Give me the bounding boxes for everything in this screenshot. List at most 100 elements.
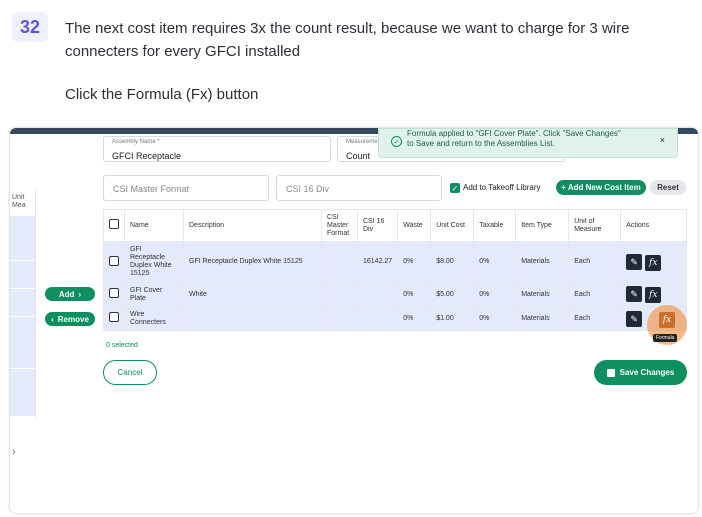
col-waste: Waste <box>397 209 432 242</box>
row-unit-cost: $8.00 <box>430 241 475 283</box>
left-panel: Unit Mea <box>10 188 36 418</box>
row-waste: 0% <box>397 241 432 283</box>
left-column-cells <box>10 216 35 416</box>
col-csi-master: CSI Master Format <box>321 209 358 242</box>
left-divider <box>10 260 35 261</box>
remove-label: Remove <box>57 314 89 324</box>
csi-16-placeholder: CSI 16 Div <box>286 184 330 194</box>
left-divider <box>10 316 35 317</box>
table-row: GFI Receptacle Duplex White 15125 GFI Re… <box>103 241 687 283</box>
row-item-type: Materials <box>515 282 570 307</box>
row-waste: 0% <box>397 306 432 331</box>
step-action: Click the Formula (Fx) button <box>65 86 259 103</box>
row-item-type: Materials <box>515 306 570 331</box>
row-waste: 0% <box>397 282 432 307</box>
chevron-right-icon[interactable]: › <box>12 446 16 458</box>
selected-count: 0 selected <box>106 342 138 349</box>
row-description: GFI Receptacle Duplex White 15125 <box>183 241 322 283</box>
select-all-checkbox[interactable] <box>109 219 119 229</box>
csi-master-format-input[interactable]: CSI Master Format <box>103 175 269 201</box>
app-screenshot-frame: Unit Mea › Add › ‹ Remove Assembly Name * … <box>10 128 698 513</box>
csi-master-placeholder: CSI Master Format <box>113 184 190 194</box>
select-all-cell <box>103 209 125 242</box>
formula-tooltip: Formula <box>653 334 678 342</box>
assembly-name-value: GFCI Receptacle <box>112 151 182 161</box>
row-csi16: 16142.27 <box>356 241 399 283</box>
pencil-icon[interactable]: ✎ <box>626 253 643 270</box>
row-description <box>183 306 322 331</box>
floppy-icon <box>606 368 615 377</box>
left-divider <box>10 288 35 289</box>
add-button[interactable]: Add › <box>45 287 95 301</box>
step-instruction: The next cost item requires 3x the count… <box>65 20 630 60</box>
cost-items-table: Name Description CSI Master Format CSI 1… <box>103 209 687 331</box>
col-item-type: Item Type <box>515 209 570 242</box>
pencil-icon[interactable]: ✎ <box>626 310 643 327</box>
chevron-right-icon: › <box>78 289 82 299</box>
table-row: Wire Connecters 0% $1.00 0% Materials Ea… <box>103 306 687 331</box>
fx-icon[interactable]: fx <box>659 312 675 328</box>
col-csi-16: CSI 16 Div <box>356 209 399 242</box>
row-select-cell <box>103 241 125 283</box>
assembly-name-field[interactable]: Assembly Name * GFCI Receptacle <box>103 136 331 162</box>
row-checkbox[interactable] <box>109 312 119 322</box>
col-unit-cost: Unit Cost <box>430 209 475 242</box>
row-taxable: 0% <box>473 282 517 307</box>
row-unit-cost: $1.00 <box>430 306 475 331</box>
assembly-name-label: Assembly Name * <box>112 139 160 145</box>
cancel-button[interactable]: Cancel <box>103 360 157 385</box>
toast-line-2: to Save and return to the Assemblies Lis… <box>407 139 555 148</box>
fx-icon[interactable]: fx <box>645 287 662 303</box>
row-uom: Each <box>568 241 622 283</box>
col-description: Description <box>183 209 322 242</box>
row-uom: Each <box>568 282 622 307</box>
row-csi-master <box>321 282 358 307</box>
reset-button[interactable]: Reset <box>650 180 686 195</box>
add-to-takeoff-label: Add to Takeoff Library <box>463 183 541 192</box>
row-csi16 <box>356 306 399 331</box>
row-checkbox[interactable] <box>109 288 119 298</box>
table-header-row: Name Description CSI Master Format CSI 1… <box>103 209 687 242</box>
col-unit-of-measure: Unit of Measure <box>568 209 622 242</box>
row-name: GFI Cover Plate <box>124 282 184 307</box>
add-label: Add <box>58 289 75 299</box>
col-taxable: Taxable <box>473 209 517 242</box>
left-column-header: Unit Mea <box>12 194 26 209</box>
row-checkbox[interactable] <box>109 255 119 266</box>
save-changes-button[interactable]: Save Changes <box>594 360 687 385</box>
row-description: White <box>183 282 322 307</box>
row-unit-cost: $5.00 <box>430 282 475 307</box>
close-icon[interactable]: × <box>660 135 665 145</box>
fx-icon[interactable]: fx <box>645 254 662 271</box>
row-name: GFI Receptacle Duplex White 15125 <box>124 241 184 283</box>
check-circle-icon: ✓ <box>391 136 402 147</box>
row-name: Wire Connecters <box>124 306 184 331</box>
success-toast: ✓ Formula applied to "GFI Cover Plate". … <box>378 128 678 158</box>
toast-line-1: Formula applied to "GFI Cover Plate". Cl… <box>407 129 621 138</box>
remove-button[interactable]: ‹ Remove <box>45 312 95 326</box>
add-to-takeoff-checkbox[interactable]: ✓ <box>450 183 460 193</box>
row-actions: ✎ fx <box>620 241 687 283</box>
chevron-left-icon: ‹ <box>51 314 54 324</box>
row-select-cell <box>103 306 125 331</box>
row-select-cell <box>103 282 125 307</box>
row-uom: Each <box>568 306 622 331</box>
row-csi-master <box>321 306 358 331</box>
toast-message: Formula applied to "GFI Cover Plate". Cl… <box>407 129 621 149</box>
row-taxable: 0% <box>473 306 517 331</box>
col-name: Name <box>124 209 184 242</box>
pencil-icon[interactable]: ✎ <box>626 286 643 302</box>
left-divider <box>10 368 35 369</box>
row-item-type: Materials <box>515 241 570 283</box>
table-row: GFI Cover Plate White 0% $5.00 0% Materi… <box>103 282 687 307</box>
row-csi16 <box>356 282 399 307</box>
measurement-value: Count <box>346 151 371 161</box>
add-new-cost-item-button[interactable]: + Add New Cost Item <box>556 180 646 195</box>
row-csi-master <box>321 241 358 283</box>
row-taxable: 0% <box>473 241 517 283</box>
save-changes-label: Save Changes <box>619 368 675 377</box>
col-actions: Actions <box>620 209 687 242</box>
csi-16-div-input[interactable]: CSI 16 Div <box>276 175 442 201</box>
step-badge: 32 <box>12 12 48 42</box>
row-actions: ✎ fx <box>620 282 687 307</box>
